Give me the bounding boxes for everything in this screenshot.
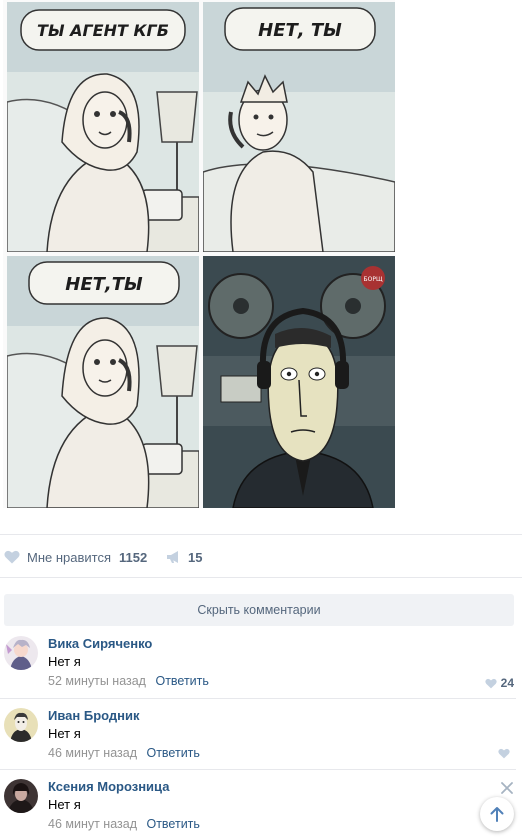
- post-actions: Мне нравится 1152 15: [0, 534, 522, 578]
- comment-item: Ксения Морозница Нет я 46 минут назад От…: [0, 779, 522, 839]
- share-button[interactable]: 15: [166, 547, 202, 567]
- comment-like-button[interactable]: [498, 748, 514, 759]
- like-button[interactable]: Мне нравится 1152: [4, 547, 147, 567]
- comic-panel-4: БОРЩ: [203, 256, 395, 508]
- reply-link[interactable]: Ответить: [155, 674, 208, 688]
- comment-author[interactable]: Ксения Морозница: [48, 779, 169, 794]
- hide-comments-button[interactable]: Скрыть комментарии: [4, 594, 514, 626]
- avatar[interactable]: [4, 779, 38, 813]
- comment-time[interactable]: 52 минуты назад: [48, 674, 146, 688]
- reply-link[interactable]: Ответить: [146, 817, 199, 831]
- comment-author[interactable]: Иван Бродник: [48, 708, 140, 723]
- comment-author[interactable]: Вика Сиряченко: [48, 636, 152, 651]
- heart-icon: [4, 550, 20, 564]
- reply-link[interactable]: Ответить: [146, 746, 199, 760]
- heart-icon: [498, 748, 510, 759]
- share-count: 15: [188, 549, 203, 565]
- comic-image[interactable]: ТЫ АГЕНТ КГБ НЕТ, ТЫ НЕТ,ТЫ БОРЩ: [3, 0, 395, 508]
- like-count: 1152: [119, 549, 148, 565]
- speech-text-3: НЕТ,ТЫ: [65, 274, 143, 295]
- speech-text-1: ТЫ АГЕНТ КГБ: [37, 21, 169, 40]
- avatar[interactable]: [4, 636, 38, 670]
- comic-panel-3: НЕТ,ТЫ: [7, 256, 199, 508]
- comic-panel-2: НЕТ, ТЫ: [203, 2, 395, 252]
- like-label: Мне нравится: [27, 549, 112, 565]
- comment-time[interactable]: 46 минут назад: [48, 817, 137, 831]
- avatar[interactable]: [4, 708, 38, 742]
- comment-meta: 46 минут назад Ответить: [48, 746, 200, 760]
- megaphone-icon: [167, 551, 178, 563]
- comment-meta: 52 минуты назад Ответить: [48, 674, 209, 688]
- watermark-text: БОРЩ: [363, 276, 382, 283]
- comment-like-count: 24: [500, 676, 514, 690]
- heart-icon: [484, 678, 497, 688]
- comment-meta: 46 минут назад Ответить: [48, 817, 200, 831]
- close-icon: [501, 782, 513, 794]
- divider: [0, 698, 516, 699]
- divider: [0, 769, 516, 770]
- comment-text: Нет я: [48, 797, 81, 812]
- comment-text: Нет я: [48, 726, 81, 741]
- delete-comment-button[interactable]: [500, 780, 514, 794]
- speech-text-2: НЕТ, ТЫ: [258, 20, 342, 41]
- comment-item: Иван Бродник Нет я 46 минут назад Ответи…: [0, 708, 522, 768]
- comment-item: Вика Сиряченко Нет я 52 минуты назад Отв…: [0, 636, 522, 696]
- comment-text: Нет я: [48, 654, 81, 669]
- comment-time[interactable]: 46 минут назад: [48, 746, 137, 760]
- arrow-up-icon: [490, 807, 504, 822]
- hide-comments-label: Скрыть комментарии: [197, 603, 321, 617]
- comic-panel-1: ТЫ АГЕНТ КГБ: [7, 2, 199, 252]
- comment-like-button[interactable]: 24: [484, 676, 514, 690]
- scroll-to-top-button[interactable]: [480, 797, 514, 831]
